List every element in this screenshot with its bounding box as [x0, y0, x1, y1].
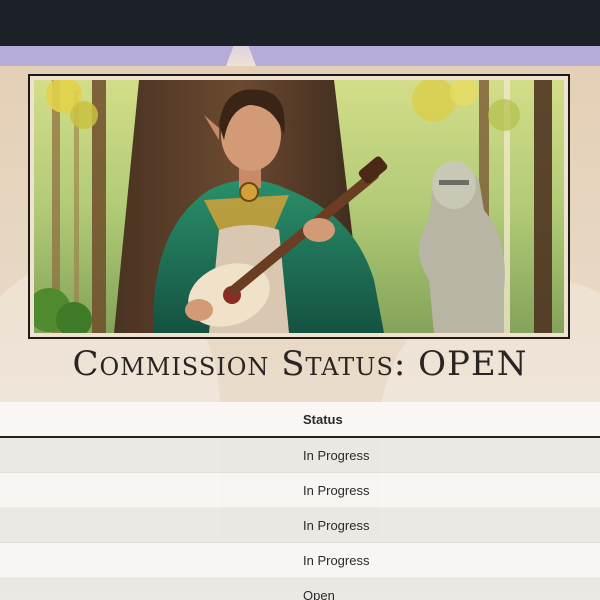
column-header-status: Status	[0, 402, 600, 438]
status-cell: In Progress	[0, 507, 600, 543]
top-navigation-bar	[0, 0, 600, 46]
page-title: Commission Status: OPEN	[72, 344, 528, 384]
table-header-row: Status	[0, 402, 600, 438]
status-cell: In Progress	[0, 472, 600, 508]
accent-strip	[0, 46, 600, 66]
table-row: In Progress	[0, 507, 600, 543]
commission-artwork-frame	[28, 74, 570, 339]
table-row: In Progress	[0, 542, 600, 578]
table-row: In Progress	[0, 472, 600, 508]
status-cell: In Progress	[0, 436, 600, 473]
tower-peak-decoration	[226, 46, 256, 66]
bard-with-lute-illustration	[34, 80, 564, 333]
status-cell: In Progress	[0, 542, 600, 578]
status-cell: Open	[0, 577, 600, 600]
table-row: Open	[0, 577, 600, 600]
table-row: In Progress	[0, 436, 600, 473]
commission-status-table: Status In Progress In Progress In Progre…	[0, 402, 600, 600]
content-area: Commission Status: OPEN Status In Progre…	[0, 66, 600, 600]
